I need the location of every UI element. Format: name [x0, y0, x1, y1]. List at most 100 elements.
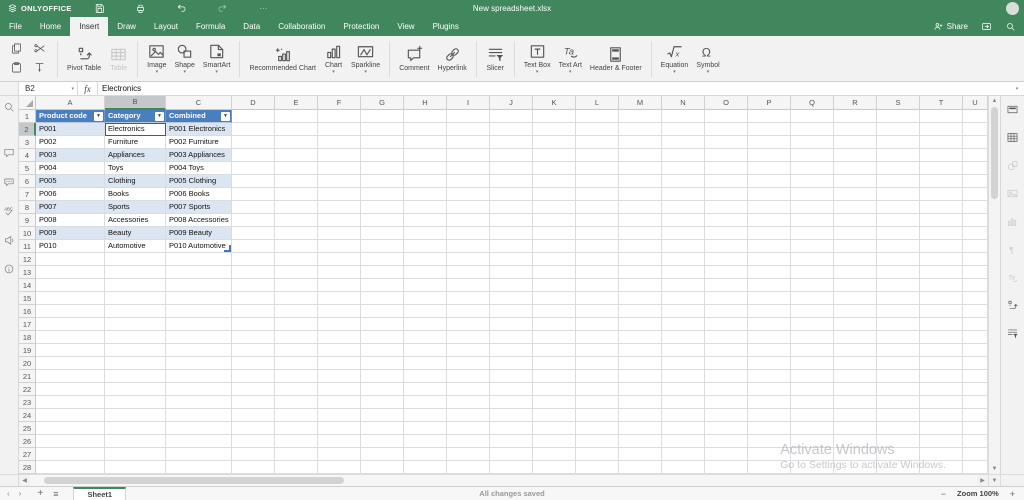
- cell-H15[interactable]: [404, 292, 447, 305]
- cell-J5[interactable]: [490, 162, 533, 175]
- formula-bar-collapse-caret[interactable]: ▾: [1010, 82, 1024, 95]
- cell-B3[interactable]: Furniture: [105, 136, 166, 149]
- tab-data[interactable]: Data: [234, 17, 269, 36]
- cell-D23[interactable]: [232, 396, 275, 409]
- cell-L8[interactable]: [576, 201, 619, 214]
- cell-J9[interactable]: [490, 214, 533, 227]
- cell-E15[interactable]: [275, 292, 318, 305]
- header-footer-button[interactable]: Header & Footer: [586, 44, 646, 74]
- cell-J2[interactable]: [490, 123, 533, 136]
- cell-U6[interactable]: [963, 175, 988, 188]
- cell-T17[interactable]: [920, 318, 963, 331]
- cell-L18[interactable]: [576, 331, 619, 344]
- cell-name-box[interactable]: B2 ▾: [19, 82, 78, 95]
- cell-M6[interactable]: [619, 175, 662, 188]
- cell-E14[interactable]: [275, 279, 318, 292]
- cell-O27[interactable]: [705, 448, 748, 461]
- cell-O12[interactable]: [705, 253, 748, 266]
- cell-J25[interactable]: [490, 422, 533, 435]
- cell-C25[interactable]: [166, 422, 232, 435]
- cell-E23[interactable]: [275, 396, 318, 409]
- cell-R5[interactable]: [834, 162, 877, 175]
- cell-F5[interactable]: [318, 162, 361, 175]
- cell-P12[interactable]: [748, 253, 791, 266]
- cell-J21[interactable]: [490, 370, 533, 383]
- cell-G9[interactable]: [361, 214, 404, 227]
- cell-H9[interactable]: [404, 214, 447, 227]
- cell-J10[interactable]: [490, 227, 533, 240]
- cell-J7[interactable]: [490, 188, 533, 201]
- cell-U1[interactable]: [963, 110, 988, 123]
- cell-L2[interactable]: [576, 123, 619, 136]
- cell-A6[interactable]: P005: [36, 175, 105, 188]
- cell-L16[interactable]: [576, 305, 619, 318]
- cell-C10[interactable]: P009 Beauty: [166, 227, 232, 240]
- cell-T21[interactable]: [920, 370, 963, 383]
- cell-E9[interactable]: [275, 214, 318, 227]
- row-header-8[interactable]: 8: [19, 201, 36, 214]
- cell-C12[interactable]: [166, 253, 232, 266]
- cell-B4[interactable]: Appliances: [105, 149, 166, 162]
- cell-G21[interactable]: [361, 370, 404, 383]
- comment-button[interactable]: Comment: [395, 44, 433, 74]
- cell-M18[interactable]: [619, 331, 662, 344]
- cell-C19[interactable]: [166, 344, 232, 357]
- column-header-M[interactable]: M: [619, 96, 662, 110]
- shape-settings-icon[interactable]: [1006, 159, 1019, 177]
- paragraph-settings-icon[interactable]: ¶: [1006, 243, 1019, 261]
- cell-O13[interactable]: [705, 266, 748, 279]
- cell-O20[interactable]: [705, 357, 748, 370]
- sheet-tab-sheet1[interactable]: Sheet1: [73, 487, 126, 500]
- cell-B8[interactable]: Sports: [105, 201, 166, 214]
- cell-C2[interactable]: P001 Electronics: [166, 123, 232, 136]
- cell-A28[interactable]: [36, 461, 105, 474]
- cell-E5[interactable]: [275, 162, 318, 175]
- cell-J14[interactable]: [490, 279, 533, 292]
- cell-N18[interactable]: [662, 331, 705, 344]
- cell-B28[interactable]: [105, 461, 166, 474]
- column-header-N[interactable]: N: [662, 96, 705, 110]
- symbol-button[interactable]: Ω Symbol ▾: [692, 41, 723, 77]
- filter-dropdown-button[interactable]: ▼: [155, 112, 164, 121]
- cell-R21[interactable]: [834, 370, 877, 383]
- cell-P26[interactable]: [748, 435, 791, 448]
- pivot-table-button[interactable]: Pivot Table: [63, 44, 105, 74]
- cell-O18[interactable]: [705, 331, 748, 344]
- cell-M5[interactable]: [619, 162, 662, 175]
- cell-M12[interactable]: [619, 253, 662, 266]
- cell-L24[interactable]: [576, 409, 619, 422]
- cell-G17[interactable]: [361, 318, 404, 331]
- cell-N28[interactable]: [662, 461, 705, 474]
- cell-N24[interactable]: [662, 409, 705, 422]
- cell-U25[interactable]: [963, 422, 988, 435]
- cell-U11[interactable]: [963, 240, 988, 253]
- cell-B14[interactable]: [105, 279, 166, 292]
- cell-P3[interactable]: [748, 136, 791, 149]
- cell-L28[interactable]: [576, 461, 619, 474]
- cell-Q5[interactable]: [791, 162, 834, 175]
- cell-R6[interactable]: [834, 175, 877, 188]
- scroll-left-arrow[interactable]: ◀: [19, 475, 30, 486]
- cell-O16[interactable]: [705, 305, 748, 318]
- cell-O6[interactable]: [705, 175, 748, 188]
- cell-F13[interactable]: [318, 266, 361, 279]
- cell-D13[interactable]: [232, 266, 275, 279]
- cell-settings-icon[interactable]: [1006, 103, 1019, 121]
- cell-B24[interactable]: [105, 409, 166, 422]
- cell-R20[interactable]: [834, 357, 877, 370]
- cell-M4[interactable]: [619, 149, 662, 162]
- cell-D3[interactable]: [232, 136, 275, 149]
- zoom-out-button[interactable]: −: [941, 489, 946, 499]
- cell-A11[interactable]: P010: [36, 240, 105, 253]
- column-header-A[interactable]: A: [36, 96, 105, 110]
- cell-H13[interactable]: [404, 266, 447, 279]
- cell-E13[interactable]: [275, 266, 318, 279]
- cell-E7[interactable]: [275, 188, 318, 201]
- cell-O8[interactable]: [705, 201, 748, 214]
- cell-O19[interactable]: [705, 344, 748, 357]
- cell-E11[interactable]: [275, 240, 318, 253]
- cell-S22[interactable]: [877, 383, 920, 396]
- cell-U17[interactable]: [963, 318, 988, 331]
- cell-I27[interactable]: [447, 448, 490, 461]
- redo-button[interactable]: [217, 3, 228, 14]
